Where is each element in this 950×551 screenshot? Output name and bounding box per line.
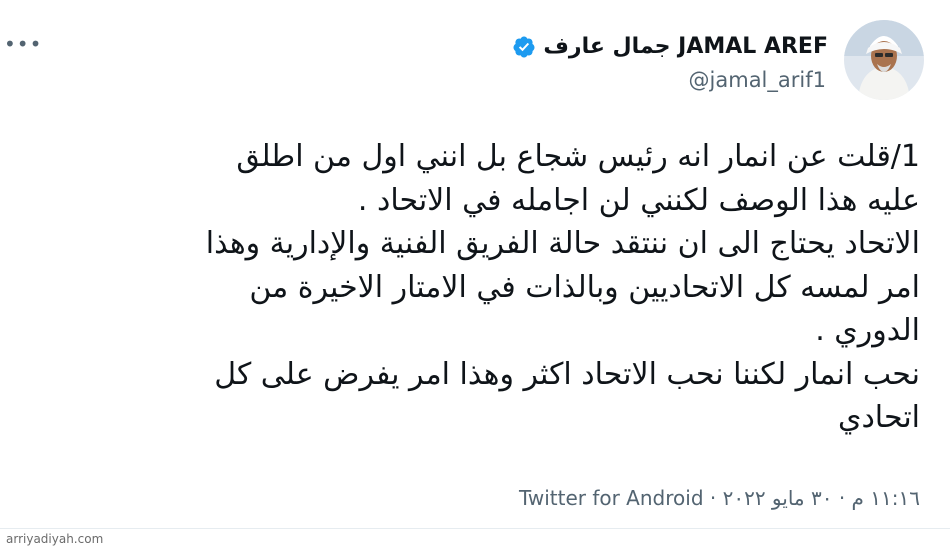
tweet-text: 1/قلت عن انمار انه رئيس شجاع بل انني اول… [40,135,920,440]
tweet-timestamp-source[interactable]: ١١:١٦ م · ٣٠ مايو ٢٠٢٢ · Twitter for And… [519,486,920,510]
watermark: arriyadiyah.com [6,532,104,546]
profile-avatar [844,20,924,100]
tweet-text-line: اتحادي [837,400,920,435]
author-name-row[interactable]: جمال عارف JAMAL AREF [512,34,828,59]
author-display-name: جمال عارف JAMAL AREF [543,34,828,59]
tweet-text-line: الاتحاد يحتاج الى ان ننتقد حالة الفريق ا… [205,226,920,261]
tweet-text-line: امر لمسه كل الاتحاديين وبالذات في الامتا… [249,269,920,305]
divider [0,528,950,529]
tweet-text-line: نحب انمار لكننا نحب الاتحاد اكثر وهذا ام… [214,356,920,392]
tweet-text-line: عليه هذا الوصف لكنني لن اجامله في الاتحا… [357,182,920,218]
avatar[interactable] [844,20,924,100]
author-handle[interactable]: @jamal_arif1 [689,68,826,92]
more-horizontal-icon: ••• [4,32,43,56]
tweet-text-line: الدوري . [815,313,920,348]
more-options-button[interactable]: ••• [4,34,42,54]
tweet-text-line: 1/قلت عن انمار انه رئيس شجاع بل انني اول… [236,139,920,174]
verified-badge-icon [513,36,535,57]
